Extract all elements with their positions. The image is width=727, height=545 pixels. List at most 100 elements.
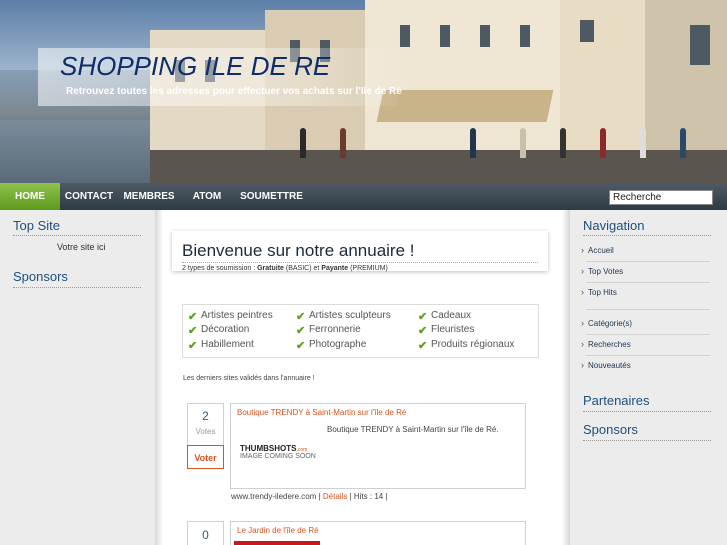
checkmark-icon: ✔ [296, 325, 306, 337]
nav-home[interactable]: HOME [0, 183, 60, 210]
category-label: Fleuristes [431, 324, 475, 335]
category-link[interactable]: ✔ Produits régionaux [418, 339, 515, 352]
divider [586, 282, 710, 283]
thumbshots-logo: THUMBSHOTS.com [240, 444, 320, 453]
right-sponsors-heading: Sponsors [583, 422, 638, 437]
category-link[interactable]: ✔ Artistes sculpteurs [296, 310, 391, 323]
divider [586, 334, 710, 335]
category-link[interactable]: ✔ Photographe [296, 339, 367, 352]
submission-paid: Payante [321, 265, 349, 272]
banner-person [640, 128, 646, 158]
submission-premium: (PREMIUM) [348, 265, 388, 272]
category-link[interactable]: ✔ Cadeaux [418, 310, 472, 323]
top-site-link[interactable]: Votre site ici [57, 242, 106, 252]
sponsors-heading: Sponsors [13, 269, 68, 284]
rnav-accueil[interactable]: Accueil [581, 245, 614, 255]
thumbshots-caption: IMAGE COMING SOON [240, 453, 316, 460]
top-site-heading: Top Site [13, 218, 60, 233]
category-link[interactable]: ✔ Décoration [188, 324, 250, 337]
checkmark-icon: ✔ [188, 311, 198, 323]
listing-thumbnail[interactable]: THUMBSHOTS.com IMAGE COMING SOON [240, 444, 320, 466]
submission-basic: (BASIC) et [283, 265, 322, 272]
banner-person [680, 128, 686, 158]
thumbshots-brand: THUMBSHOTS [240, 444, 297, 453]
checkmark-icon: ✔ [418, 311, 428, 323]
submission-prefix: 2 types de soumission : [182, 265, 258, 272]
category-link[interactable]: ✔ Fleuristes [418, 324, 475, 337]
category-label: Décoration [201, 324, 250, 335]
details-link[interactable]: Détails [323, 492, 347, 501]
divider [586, 309, 710, 310]
divider [586, 261, 710, 262]
banner-awning [376, 90, 554, 122]
sidebar-shadow [562, 210, 570, 545]
banner-person [600, 128, 606, 158]
category-label: Produits régionaux [431, 339, 515, 350]
divider [182, 262, 538, 263]
vote-label: Votes [195, 427, 216, 436]
hits-count: Hits : 14 [353, 492, 384, 501]
banner-window [690, 25, 710, 65]
banner-window [520, 25, 530, 47]
nav-atom[interactable]: ATOM [180, 183, 234, 210]
nav-contact[interactable]: CONTACT [60, 183, 118, 210]
vote-button[interactable]: Voter [187, 445, 224, 469]
latest-sites-text: Les derniers sites validés dans l'annuai… [183, 375, 315, 382]
nav-soumettre[interactable]: SOUMETTRE [234, 183, 309, 210]
rnav-categories[interactable]: Catégorie(s) [581, 318, 632, 328]
checkmark-icon: ✔ [188, 325, 198, 337]
banner-building [645, 0, 727, 160]
vote-count: 2 [202, 409, 209, 423]
checkmark-icon: ✔ [188, 340, 198, 352]
category-label: Cadeaux [431, 310, 472, 321]
listing-title[interactable]: Le Jardin de l'île de Ré [237, 526, 319, 535]
rnav-nouveautes[interactable]: Nouveautés [581, 360, 631, 370]
listing-meta: www.trendy-iledere.com | Détails | Hits … [231, 492, 388, 501]
divider [583, 235, 711, 236]
category-link[interactable]: ✔ Ferronnerie [296, 324, 361, 337]
listing-url[interactable]: www.trendy-iledere.com [231, 492, 316, 501]
page-title: Bienvenue sur notre annuaire ! [182, 241, 415, 260]
site-subtitle: Retrouvez toutes les adresses pour effec… [66, 86, 402, 97]
divider [583, 411, 711, 412]
partenaires-heading: Partenaires [583, 393, 650, 408]
checkmark-icon: ✔ [418, 340, 428, 352]
sidebar-shadow [155, 210, 163, 545]
divider [583, 440, 711, 441]
banner-person [300, 128, 306, 158]
category-label: Artistes peintres [201, 310, 273, 321]
category-link[interactable]: ✔ Habillement [188, 339, 254, 352]
submission-free: Gratuite [257, 265, 284, 272]
category-label: Photographe [309, 339, 367, 350]
banner-person [560, 128, 566, 158]
listing-thumbnail[interactable] [234, 541, 320, 545]
divider [13, 287, 141, 288]
listing-title[interactable]: Boutique TRENDY à Saint-Martin sur l'île… [237, 408, 406, 417]
checkmark-icon: ✔ [418, 325, 428, 337]
banner-window [400, 25, 410, 47]
banner-person [520, 128, 526, 158]
banner-window [480, 25, 490, 47]
nav-membres[interactable]: MEMBRES [118, 183, 180, 210]
category-link[interactable]: ✔ Artistes peintres [188, 310, 273, 323]
site-title[interactable]: SHOPPING ILE DE RE [60, 51, 330, 82]
banner-person [470, 128, 476, 158]
search-input[interactable] [609, 190, 713, 205]
checkmark-icon: ✔ [296, 340, 306, 352]
left-sidebar [0, 210, 155, 545]
vote-count: 0 [202, 528, 209, 542]
banner-window [580, 20, 594, 42]
banner-person [340, 128, 346, 158]
category-label: Habillement [201, 339, 254, 350]
banner-window [440, 25, 450, 47]
category-label: Artistes sculpteurs [309, 310, 391, 321]
header-banner: SHOPPING ILE DE RE Retrouvez toutes les … [0, 0, 727, 183]
rnav-top-hits[interactable]: Top Hits [581, 287, 617, 297]
rnav-top-votes[interactable]: Top Votes [581, 266, 623, 276]
checkmark-icon: ✔ [296, 311, 306, 323]
category-label: Ferronnerie [309, 324, 361, 335]
listing-description: Boutique TRENDY à Saint-Martin sur l'île… [327, 425, 499, 434]
navigation-heading: Navigation [583, 218, 645, 233]
divider [13, 235, 141, 236]
rnav-recherches[interactable]: Recherches [581, 339, 631, 349]
